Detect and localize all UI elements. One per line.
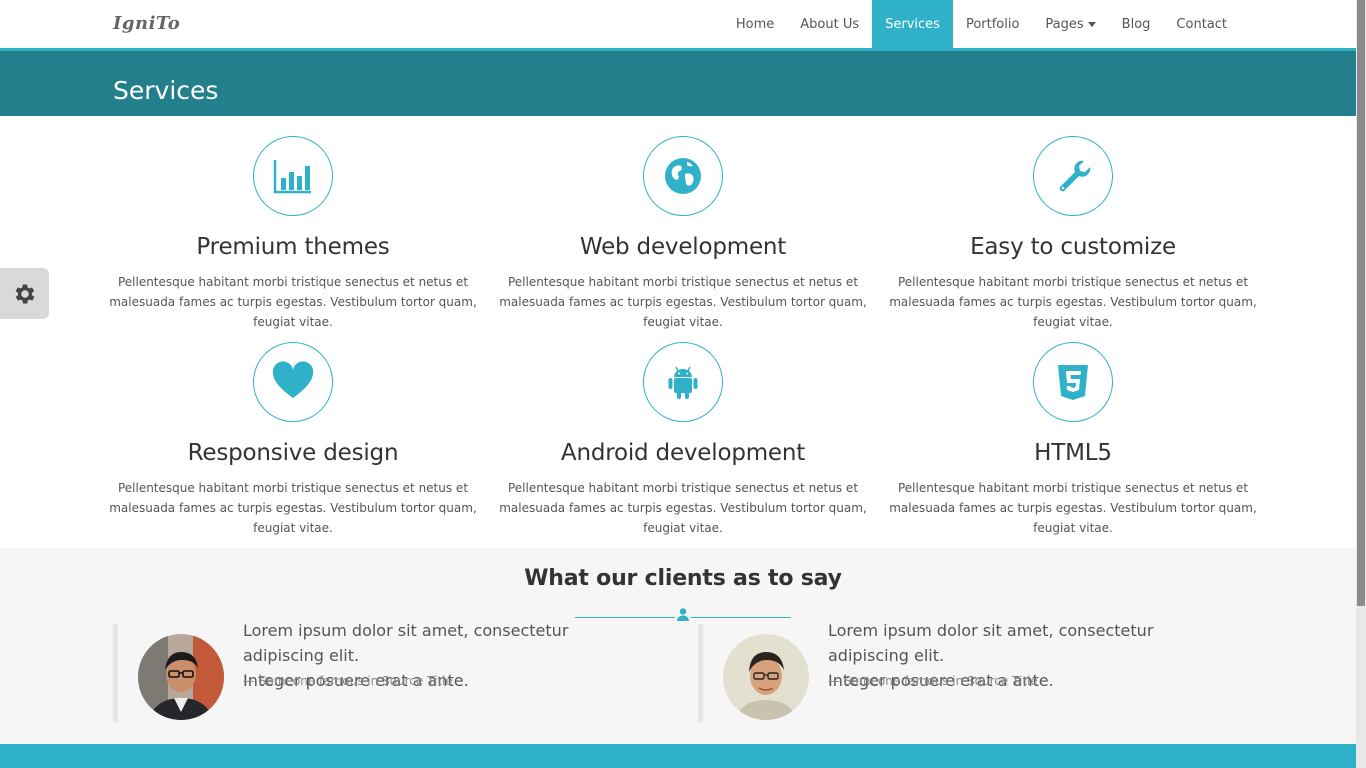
divider-line [691,617,791,618]
service-icon-circle [253,136,333,216]
nav-item-blog[interactable]: Blog [1109,0,1164,48]
nav-item-label: Services [885,16,940,32]
quote-line: Lorem ipsum dolor sit amet, consectetur … [243,621,569,665]
nav-item-home[interactable]: Home [723,0,787,48]
client-photo [723,634,809,720]
avatar [138,634,224,720]
service-item: Web development Pellentesque habitant mo… [498,136,868,336]
brand-logo[interactable]: IgniTo [113,13,180,34]
main-nav: Home About Us Services Portfolio Pages B… [723,0,1240,48]
settings-toggle[interactable] [0,268,49,319]
client-photo [138,634,224,720]
nav-item-portfolio[interactable]: Portfolio [953,0,1032,48]
wrench-icon [1059,160,1091,192]
footer-bar [0,744,1356,768]
navbar: IgniTo Home About Us Services Portfolio … [0,0,1356,51]
nav-item-label: Portfolio [965,16,1020,32]
quote-line: Lorem ipsum dolor sit amet, consectetur … [828,621,1154,665]
service-description: Pellentesque habitant morbi tristique se… [499,275,867,329]
service-title: Easy to customize [970,234,1176,260]
nav-item-label: Contact [1176,16,1227,32]
nav-item-label: Blog [1121,16,1151,32]
nav-item-pages[interactable]: Pages [1032,0,1108,48]
heart-icon [272,361,314,398]
page-scrollbar[interactable] [1356,0,1366,768]
avatar [723,634,809,720]
service-item: Easy to customize Pellentesque habitant … [888,136,1258,336]
service-description: Pellentesque habitant morbi tristique se… [109,275,477,329]
service-title: HTML5 [1034,440,1112,466]
page-title: Services [113,76,219,105]
service-icon-circle [1033,136,1113,216]
nav-item-contact[interactable]: Contact [1163,0,1240,48]
service-title: Web development [579,234,787,260]
testimonials-title: What our clients as to say [524,566,842,591]
nav-item-about-us[interactable]: About Us [787,0,872,48]
testimonial-quote: Lorem ipsum dolor sit amet, consectetur … [698,621,1278,723]
service-item: Android development Pellentesque habitan… [498,342,868,542]
nav-item-label: Home [735,16,775,32]
page-header: Services [0,51,1356,116]
service-item: HTML5 Pellentesque habitant morbi tristi… [888,342,1258,542]
testimonial-quote: Lorem ipsum dolor sit amet, consectetur … [113,621,693,723]
service-item: Responsive design Pellentesque habitant … [108,342,478,542]
gear-icon [15,283,34,304]
service-description: Pellentesque habitant morbi tristique se… [499,481,867,535]
service-description: Pellentesque habitant morbi tristique se… [109,481,477,535]
nav-item-label: About Us [800,16,860,32]
service-item: Premium themes Pellentesque habitant mor… [108,136,478,336]
service-title: Android development [560,440,806,466]
bar-chart-icon [273,160,311,194]
service-icon-circle [253,342,333,422]
scrollbar-thumb[interactable] [1357,0,1365,606]
nav-item-services[interactable]: Services [872,0,953,48]
service-icon-circle [1033,342,1113,422]
service-icon-circle [643,342,723,422]
service-description: Pellentesque habitant morbi tristique se… [889,275,1257,329]
html5-icon [1058,365,1088,400]
quote-citation: — Someone famous in Source Title [828,674,1038,688]
caret-down-icon [1087,21,1096,27]
user-icon [677,608,689,621]
service-title: Premium themes [196,234,390,260]
service-title: Responsive design [187,440,399,466]
testimonials-section: What our clients as to say Lorem ipsum d… [0,548,1356,744]
service-icon-circle [643,136,723,216]
android-icon [668,366,698,399]
nav-item-label: Pages [1045,16,1084,32]
quote-citation: — Someone famous in Source Title [243,674,453,688]
service-description: Pellentesque habitant morbi tristique se… [889,481,1257,535]
globe-icon [665,158,701,194]
